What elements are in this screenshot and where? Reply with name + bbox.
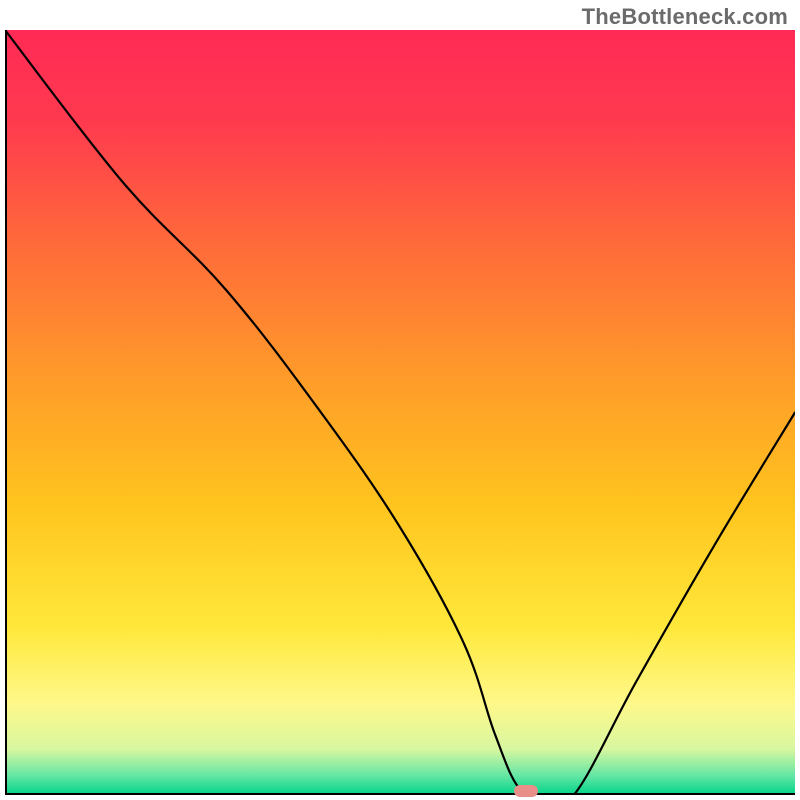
watermark-label: TheBottleneck.com	[582, 4, 788, 30]
chart-background	[5, 30, 795, 795]
chart-stage: TheBottleneck.com	[0, 0, 800, 800]
optimal-marker-icon	[514, 785, 538, 797]
bottleneck-chart	[5, 30, 795, 795]
